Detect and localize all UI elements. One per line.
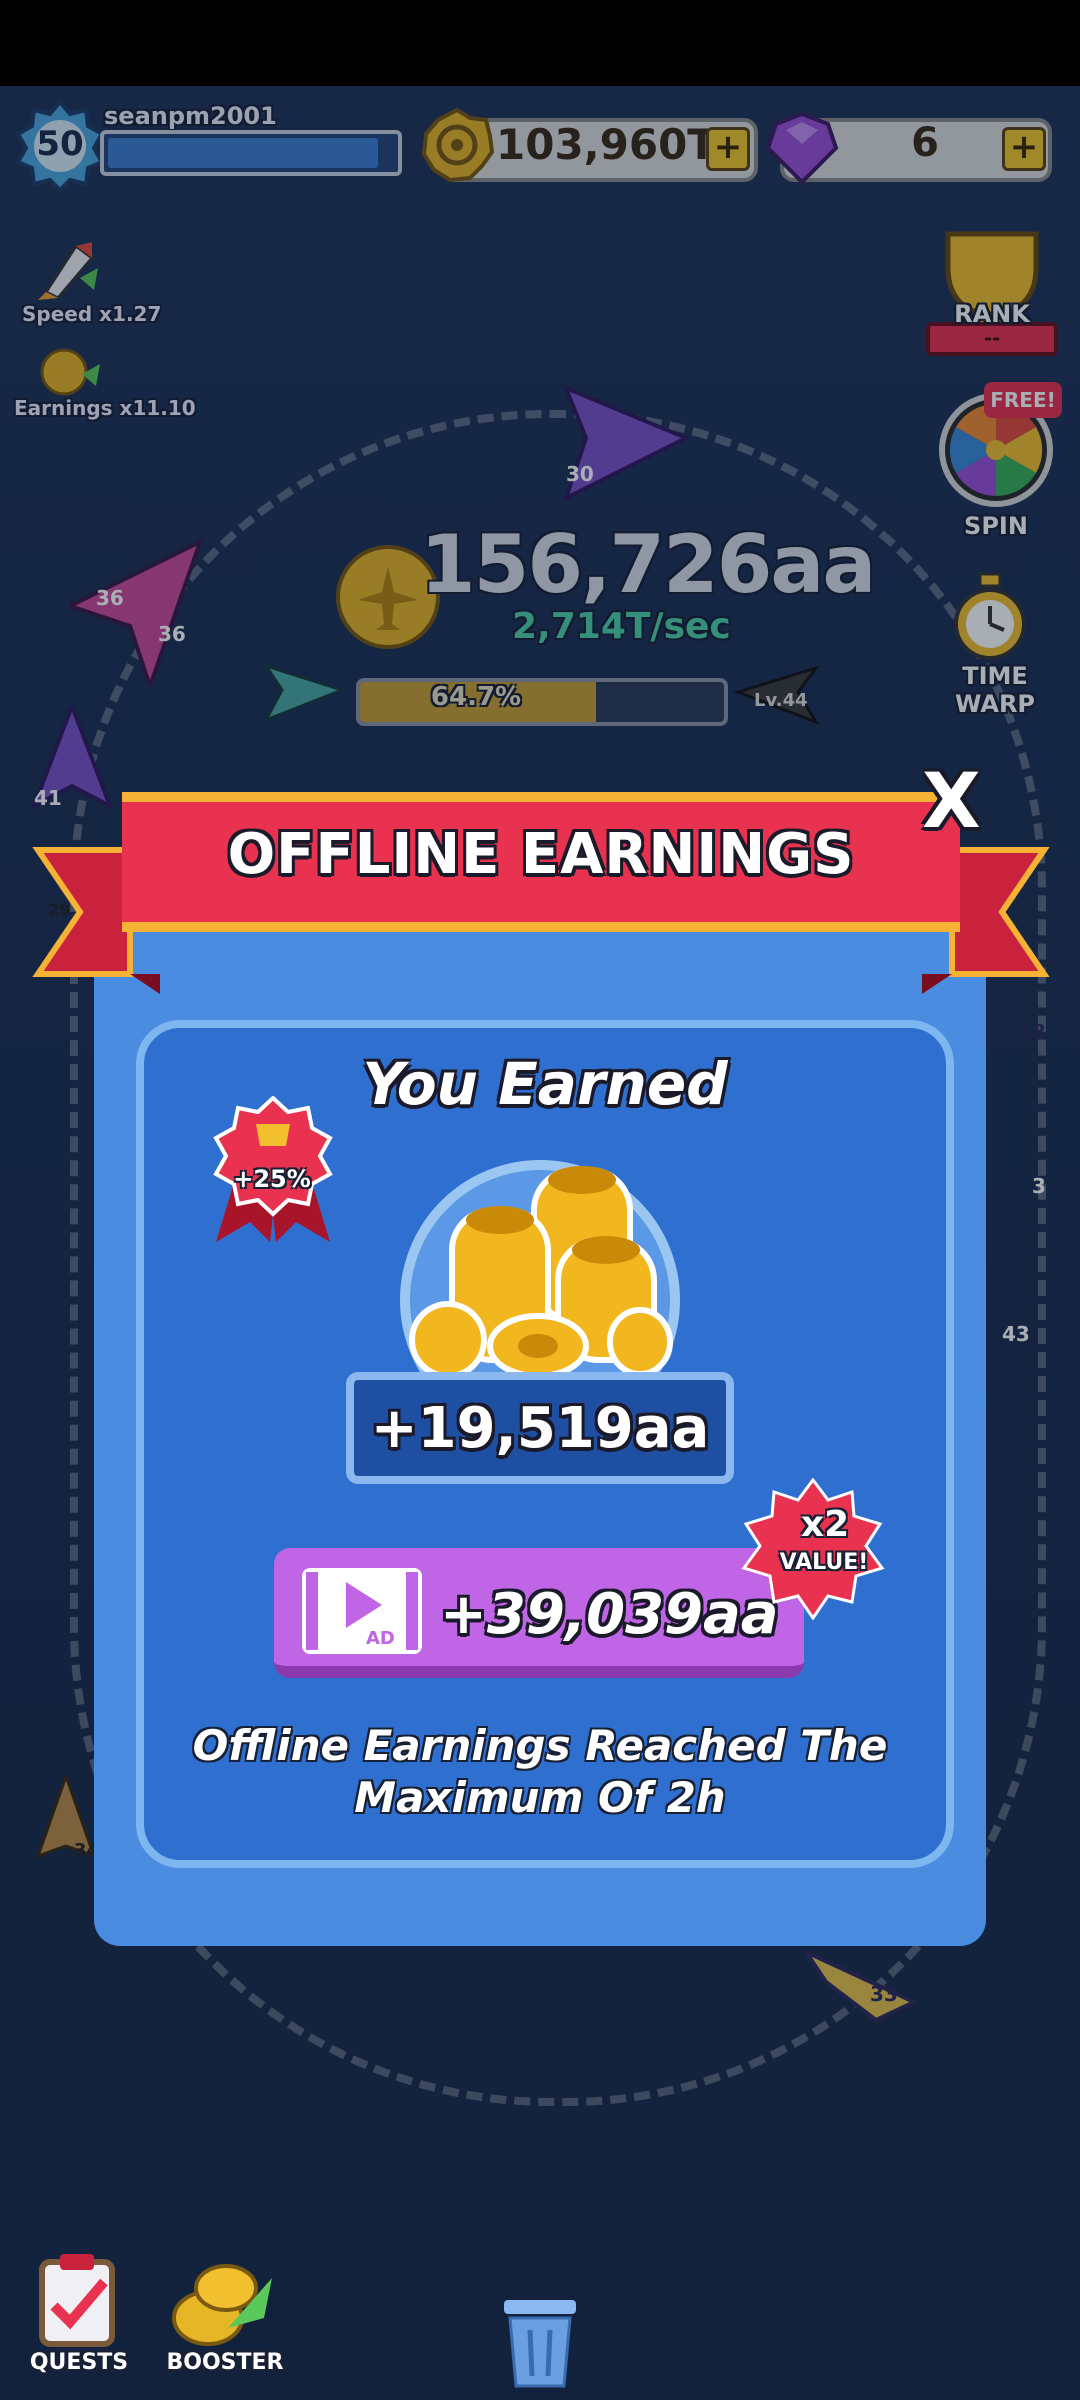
earned-amount: +19,519aa xyxy=(370,1396,710,1461)
x2-value-burst-icon xyxy=(741,1478,885,1620)
status-bar xyxy=(0,0,1080,86)
quests-label[interactable]: QUESTS xyxy=(24,2350,134,2375)
trash-icon[interactable] xyxy=(500,2290,580,2390)
offline-limit-note: Offline Earnings Reached The Maximum Of … xyxy=(192,1721,888,1822)
booster-coins-icon[interactable] xyxy=(168,2248,278,2348)
close-button[interactable]: X xyxy=(922,756,981,845)
x2-value-label: VALUE! xyxy=(779,1550,869,1575)
ad-reward-amount: +39,039aa xyxy=(440,1582,779,1647)
modal-title: OFFLINE EARNINGS xyxy=(227,822,855,887)
x2-label: x2 xyxy=(800,1504,850,1545)
coin-stack-icon xyxy=(409,1166,673,1379)
booster-label[interactable]: BOOSTER xyxy=(160,2350,290,2375)
clipboard-icon[interactable] xyxy=(34,2252,120,2348)
video-ad-icon xyxy=(302,1568,422,1654)
ad-label: AD xyxy=(366,1628,395,1649)
bonus-percent: +25% xyxy=(233,1165,311,1193)
